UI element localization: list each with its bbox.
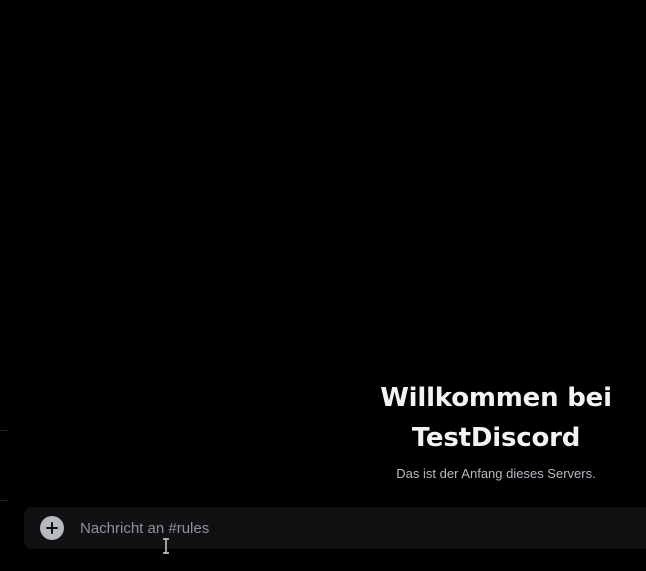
text-cursor-icon	[163, 538, 169, 554]
welcome-title-line2: TestDiscord	[411, 423, 581, 453]
welcome-title-line1: Willkommen bei	[380, 383, 612, 413]
divider	[0, 430, 8, 431]
message-composer	[24, 507, 646, 549]
welcome-subtitle: Das ist der Anfang dieses Servers.	[396, 466, 596, 481]
divider	[0, 500, 8, 501]
welcome-section: Willkommen bei TestDiscord Das ist der A…	[350, 378, 642, 482]
plus-icon	[46, 522, 58, 534]
add-attachment-button[interactable]	[40, 516, 64, 540]
chat-view: Willkommen bei TestDiscord Das ist der A…	[0, 0, 646, 571]
welcome-title: Willkommen bei TestDiscord	[350, 378, 642, 458]
